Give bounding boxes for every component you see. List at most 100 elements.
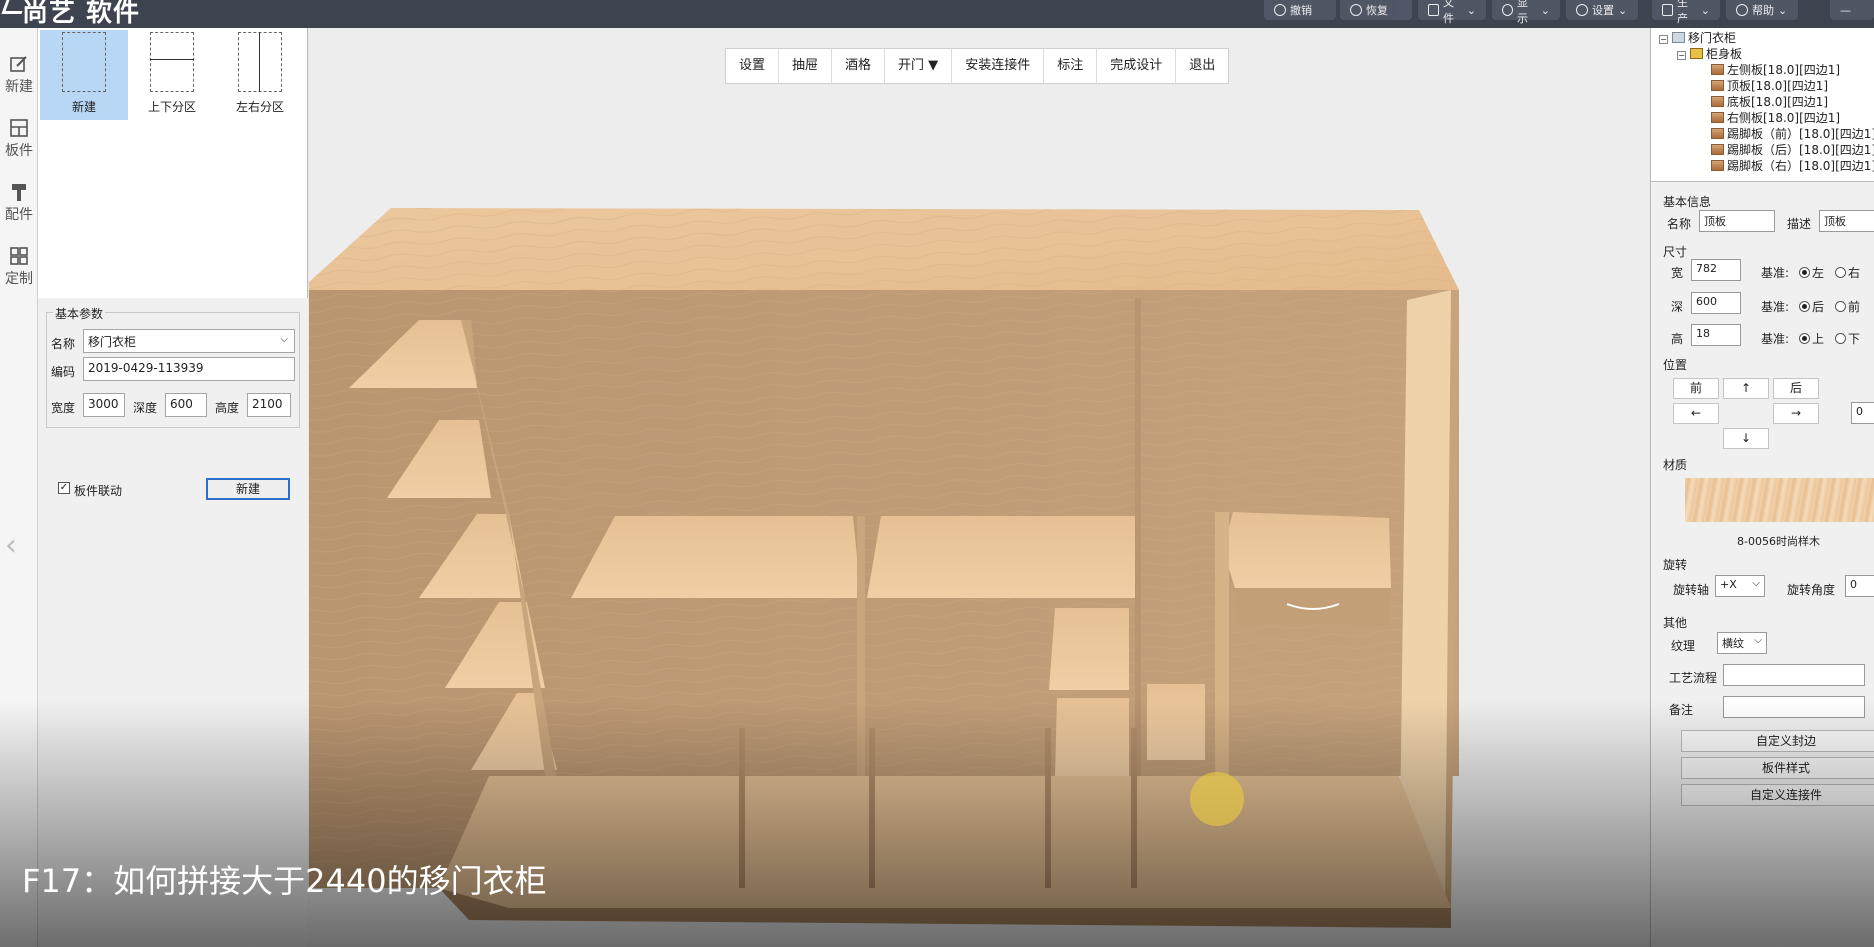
- toolbar-annotate[interactable]: 标注: [1044, 49, 1098, 83]
- material-swatch[interactable]: [1685, 478, 1874, 522]
- note-label: 备注: [1669, 703, 1694, 717]
- board-icon: [1711, 112, 1724, 123]
- undo-icon: [1274, 4, 1286, 16]
- radio-right[interactable]: 右: [1835, 264, 1860, 281]
- pos-step-field[interactable]: 0: [1851, 402, 1874, 424]
- board-icon: [1711, 128, 1724, 139]
- hammer-icon: [12, 184, 26, 201]
- tool-new[interactable]: 新建: [40, 30, 128, 120]
- toolbar-install-connector[interactable]: 安装连接件: [952, 49, 1045, 83]
- tool-split-vertical[interactable]: 上下分区: [128, 30, 216, 120]
- name-label: 名称: [51, 337, 76, 351]
- tree-item[interactable]: 顶板[18.0][四边1]: [1711, 78, 1828, 94]
- basic-info-title: 基本信息: [1663, 195, 1712, 209]
- rotate-axis-select[interactable]: +X ⌵: [1715, 575, 1765, 597]
- bottom-board[interactable]: [439, 776, 1451, 908]
- new-button[interactable]: 新建: [206, 478, 290, 500]
- shelf-mid-2[interactable]: [867, 516, 1135, 598]
- tree-item[interactable]: 右侧板[18.0][四边1]: [1711, 110, 1840, 126]
- tree-item[interactable]: 左侧板[18.0][四边1]: [1711, 62, 1840, 78]
- tree-item[interactable]: 踢脚板（后）[18.0][四边1]: [1711, 142, 1874, 158]
- process-field[interactable]: [1723, 664, 1865, 686]
- tree-item[interactable]: 底板[18.0][四边1]: [1711, 94, 1828, 110]
- drawer-box[interactable]: [1223, 512, 1391, 588]
- tree-item[interactable]: 踢脚板（前）[18.0][四边1]: [1711, 126, 1874, 142]
- menu-redo[interactable]: 恢复: [1340, 0, 1412, 20]
- menu-undo[interactable]: 撤销: [1264, 0, 1336, 20]
- shelf-mid-1[interactable]: [571, 516, 861, 598]
- radio-top[interactable]: 上: [1799, 330, 1824, 347]
- custom-connector-button[interactable]: 自定义连接件: [1681, 784, 1874, 806]
- chevron-down-icon: ⌵: [1754, 635, 1762, 646]
- menu-help[interactable]: 帮助 ⌄: [1726, 0, 1798, 20]
- prop-desc-field[interactable]: 顶板: [1819, 210, 1874, 232]
- radio-bottom[interactable]: 下: [1835, 330, 1860, 347]
- tree-group[interactable]: − 柜身板: [1677, 46, 1742, 62]
- radio-back[interactable]: 后: [1799, 298, 1824, 315]
- height-field[interactable]: 2100: [247, 393, 291, 417]
- menu-settings[interactable]: 设置 ⌄: [1566, 0, 1638, 20]
- apps-icon: [10, 247, 28, 265]
- name-select[interactable]: 移门衣柜 ⌵: [83, 329, 295, 353]
- size-h-field[interactable]: 18: [1691, 324, 1741, 346]
- toolbar-finish-design[interactable]: 完成设计: [1097, 49, 1177, 83]
- linkage-checkbox[interactable]: ✓: [58, 482, 70, 494]
- shelf-small-2[interactable]: [1055, 698, 1129, 776]
- sidebar-item-accessory[interactable]: 配件: [0, 174, 38, 230]
- width-field[interactable]: 3000: [83, 393, 125, 417]
- tool-split-horizontal[interactable]: 左右分区: [216, 30, 304, 120]
- depth-field[interactable]: 600: [165, 393, 207, 417]
- rotate-title: 旋转: [1663, 558, 1688, 572]
- toolbar-wine-rack[interactable]: 酒格: [832, 49, 886, 83]
- pos-front-button[interactable]: 前: [1673, 378, 1719, 399]
- board-style-button[interactable]: 板件样式: [1681, 757, 1874, 779]
- menu-file[interactable]: 文件 ⌄: [1418, 0, 1486, 25]
- collapse-icon: −: [1677, 51, 1686, 60]
- custom-edge-button[interactable]: 自定义封边: [1681, 730, 1874, 752]
- size-d-field[interactable]: 600: [1691, 292, 1741, 314]
- window-controls[interactable]: —: [1830, 0, 1874, 20]
- note-field[interactable]: [1723, 696, 1865, 718]
- edit-icon: [10, 56, 27, 72]
- size-h-label: 高: [1671, 332, 1684, 346]
- component-tree: − 移门衣柜 − 柜身板 左侧板[18.0][四边1] 顶板[18.0][四边1] …: [1651, 28, 1874, 182]
- pos-up-button[interactable]: ↑: [1723, 378, 1769, 399]
- prop-name-field[interactable]: 顶板: [1699, 210, 1775, 232]
- split-horizontal-line-icon: [150, 32, 194, 92]
- pos-left-button[interactable]: ←: [1673, 403, 1719, 424]
- chevron-down-icon: ⌵: [1752, 578, 1760, 589]
- pos-down-button[interactable]: ↓: [1723, 428, 1769, 449]
- app-title: 尚艺 软件: [22, 0, 141, 28]
- toolbar-exit[interactable]: 退出: [1176, 49, 1228, 83]
- radio-left[interactable]: 左: [1799, 264, 1824, 281]
- sidebar-item-custom[interactable]: 定制: [0, 238, 38, 294]
- code-field[interactable]: 2019-0429-113939: [83, 357, 295, 381]
- tree-item[interactable]: 踢脚板（右）[18.0][四边1]: [1711, 158, 1874, 174]
- toolbar-settings[interactable]: 设置: [726, 49, 780, 83]
- prop-desc-label: 描述: [1787, 217, 1812, 231]
- grain-label: 纹理: [1671, 639, 1696, 653]
- collapse-chevron-left-icon[interactable]: ‹: [5, 528, 17, 563]
- sidebar-item-new[interactable]: 新建: [0, 46, 38, 102]
- process-label: 工艺流程: [1669, 671, 1718, 685]
- 3d-viewport[interactable]: 设置 抽屉 酒格 开门 ▼ 安装连接件 标注 完成设计 退出: [309, 28, 1649, 947]
- position-title: 位置: [1663, 358, 1688, 372]
- size-w-field[interactable]: 782: [1691, 259, 1741, 281]
- shelf-small-3[interactable]: [1147, 684, 1205, 760]
- wardrobe-3d-model: [309, 208, 1459, 928]
- pos-back-button[interactable]: 后: [1773, 378, 1819, 399]
- rotate-angle-field[interactable]: 0: [1845, 575, 1874, 597]
- shelf-small-1[interactable]: [1049, 608, 1129, 690]
- other-title: 其他: [1663, 616, 1688, 630]
- radio-front[interactable]: 前: [1835, 298, 1860, 315]
- toolbar-drawer[interactable]: 抽屉: [779, 49, 833, 83]
- minimize-icon: —: [1840, 3, 1851, 17]
- sidebar-item-board[interactable]: 板件: [0, 110, 38, 166]
- tree-root[interactable]: − 移门衣柜: [1659, 30, 1736, 46]
- toolbar-open-door[interactable]: 开门 ▼: [885, 49, 953, 83]
- pos-right-button[interactable]: →: [1773, 403, 1819, 424]
- menu-production[interactable]: 生产 ⌄: [1652, 0, 1720, 25]
- grain-select[interactable]: 横纹 ⌵: [1717, 632, 1767, 654]
- rotate-axis-label: 旋转轴: [1673, 583, 1710, 597]
- menu-display[interactable]: 显示 ⌄: [1492, 0, 1560, 25]
